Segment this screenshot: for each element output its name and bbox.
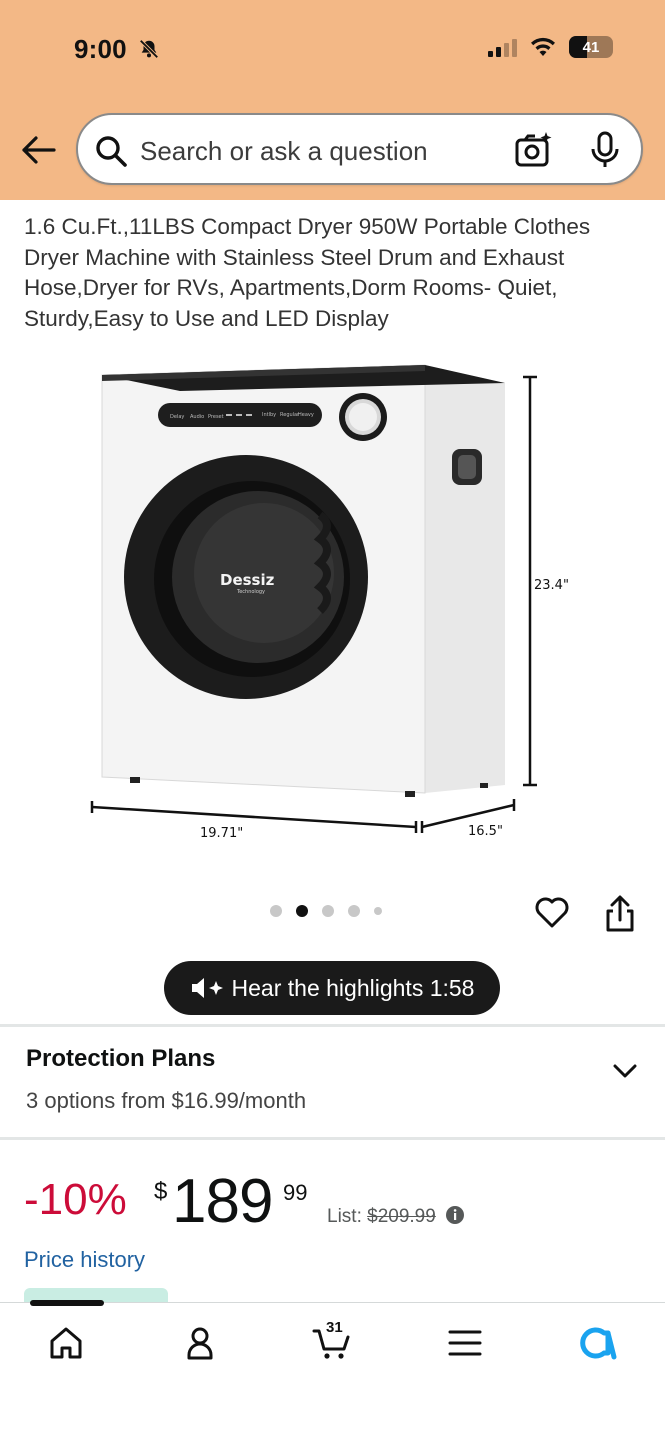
carousel-dot[interactable] bbox=[270, 905, 282, 917]
price-currency-symbol: $ bbox=[154, 1178, 168, 1205]
active-tab-indicator bbox=[30, 1300, 104, 1306]
microphone-icon[interactable] bbox=[590, 131, 620, 169]
price-whole: 189 bbox=[172, 1167, 273, 1236]
info-icon[interactable] bbox=[445, 1205, 465, 1225]
bell-muted-icon bbox=[138, 36, 160, 67]
hear-highlights-label: Hear the highlights 1:58 bbox=[231, 974, 475, 1001]
search-input[interactable]: Search or ask a question bbox=[140, 136, 428, 167]
person-icon bbox=[187, 1327, 213, 1360]
brand-logo: Dessiz bbox=[220, 571, 275, 589]
cart-count-badge: 31 bbox=[326, 1319, 343, 1336]
status-icons: 41 bbox=[488, 36, 613, 58]
nav-cart[interactable]: 31 bbox=[310, 1319, 354, 1365]
battery-icon: 41 bbox=[569, 36, 613, 58]
panel-label-heavy: Heavy bbox=[298, 412, 314, 418]
discount-percent: -10% bbox=[24, 1175, 127, 1224]
carousel-dot-active[interactable] bbox=[296, 905, 308, 917]
hamburger-menu-icon bbox=[448, 1330, 482, 1356]
price-fraction: 99 bbox=[283, 1180, 308, 1205]
alexa-icon bbox=[580, 1327, 617, 1360]
heart-icon[interactable] bbox=[534, 895, 570, 929]
protection-plans-subtitle: 3 options from $16.99/month bbox=[26, 1088, 307, 1113]
brand-subtitle: Technology bbox=[236, 589, 265, 595]
battery-level: 41 bbox=[582, 38, 600, 56]
panel-label-intlby: Intlby bbox=[262, 412, 276, 418]
list-price: List: $209.99 bbox=[327, 1205, 465, 1228]
height-dimension-label: 23.4" bbox=[534, 578, 569, 593]
panel-label-audio: Audio bbox=[190, 414, 204, 420]
speaker-sparkle-icon bbox=[191, 978, 223, 998]
back-arrow-icon[interactable] bbox=[20, 134, 56, 166]
search-bar[interactable]: Search or ask a question bbox=[76, 113, 643, 185]
depth-dimension-label: 16.5" bbox=[468, 824, 503, 839]
panel-label-preset: Preset bbox=[208, 414, 224, 420]
carousel-dot[interactable] bbox=[374, 907, 382, 915]
search-icon bbox=[96, 136, 127, 167]
home-icon bbox=[50, 1327, 82, 1359]
bottom-nav: 31 bbox=[0, 1300, 665, 1440]
list-price-label: List: bbox=[327, 1206, 362, 1227]
list-price-value: $209.99 bbox=[367, 1206, 436, 1227]
price-history-link[interactable]: Price history bbox=[24, 1247, 145, 1273]
carousel-dot[interactable] bbox=[322, 905, 334, 917]
nav-account[interactable] bbox=[178, 1321, 222, 1365]
clock: 9:00 bbox=[74, 34, 127, 64]
width-dimension-label: 19.71" bbox=[200, 826, 243, 841]
product-title[interactable]: 1.6 Cu.Ft.,11LBS Compact Dryer 950W Port… bbox=[24, 212, 634, 334]
protection-plans-title[interactable]: Protection Plans bbox=[26, 1045, 215, 1073]
nav-home[interactable] bbox=[44, 1321, 88, 1365]
hear-highlights-button[interactable]: Hear the highlights 1:58 bbox=[164, 961, 500, 1015]
share-icon[interactable] bbox=[604, 895, 636, 933]
header: 9:00 41 Search or ask a question bbox=[0, 0, 665, 200]
carousel-dots[interactable] bbox=[270, 905, 382, 917]
wifi-icon bbox=[531, 37, 555, 56]
divider bbox=[0, 1137, 665, 1140]
chevron-down-icon[interactable] bbox=[612, 1062, 638, 1080]
divider bbox=[0, 1024, 665, 1027]
cellular-signal-icon bbox=[488, 37, 517, 57]
carousel-dot[interactable] bbox=[348, 905, 360, 917]
nav-menu[interactable] bbox=[443, 1321, 487, 1365]
product-image[interactable]: Delay Audio Preset Intlby Regular Heavy … bbox=[80, 345, 585, 845]
nav-alexa[interactable] bbox=[576, 1321, 620, 1365]
panel-label-delay: Delay bbox=[170, 414, 184, 420]
camera-search-icon[interactable] bbox=[514, 131, 554, 169]
status-time: 9:00 bbox=[74, 34, 160, 67]
